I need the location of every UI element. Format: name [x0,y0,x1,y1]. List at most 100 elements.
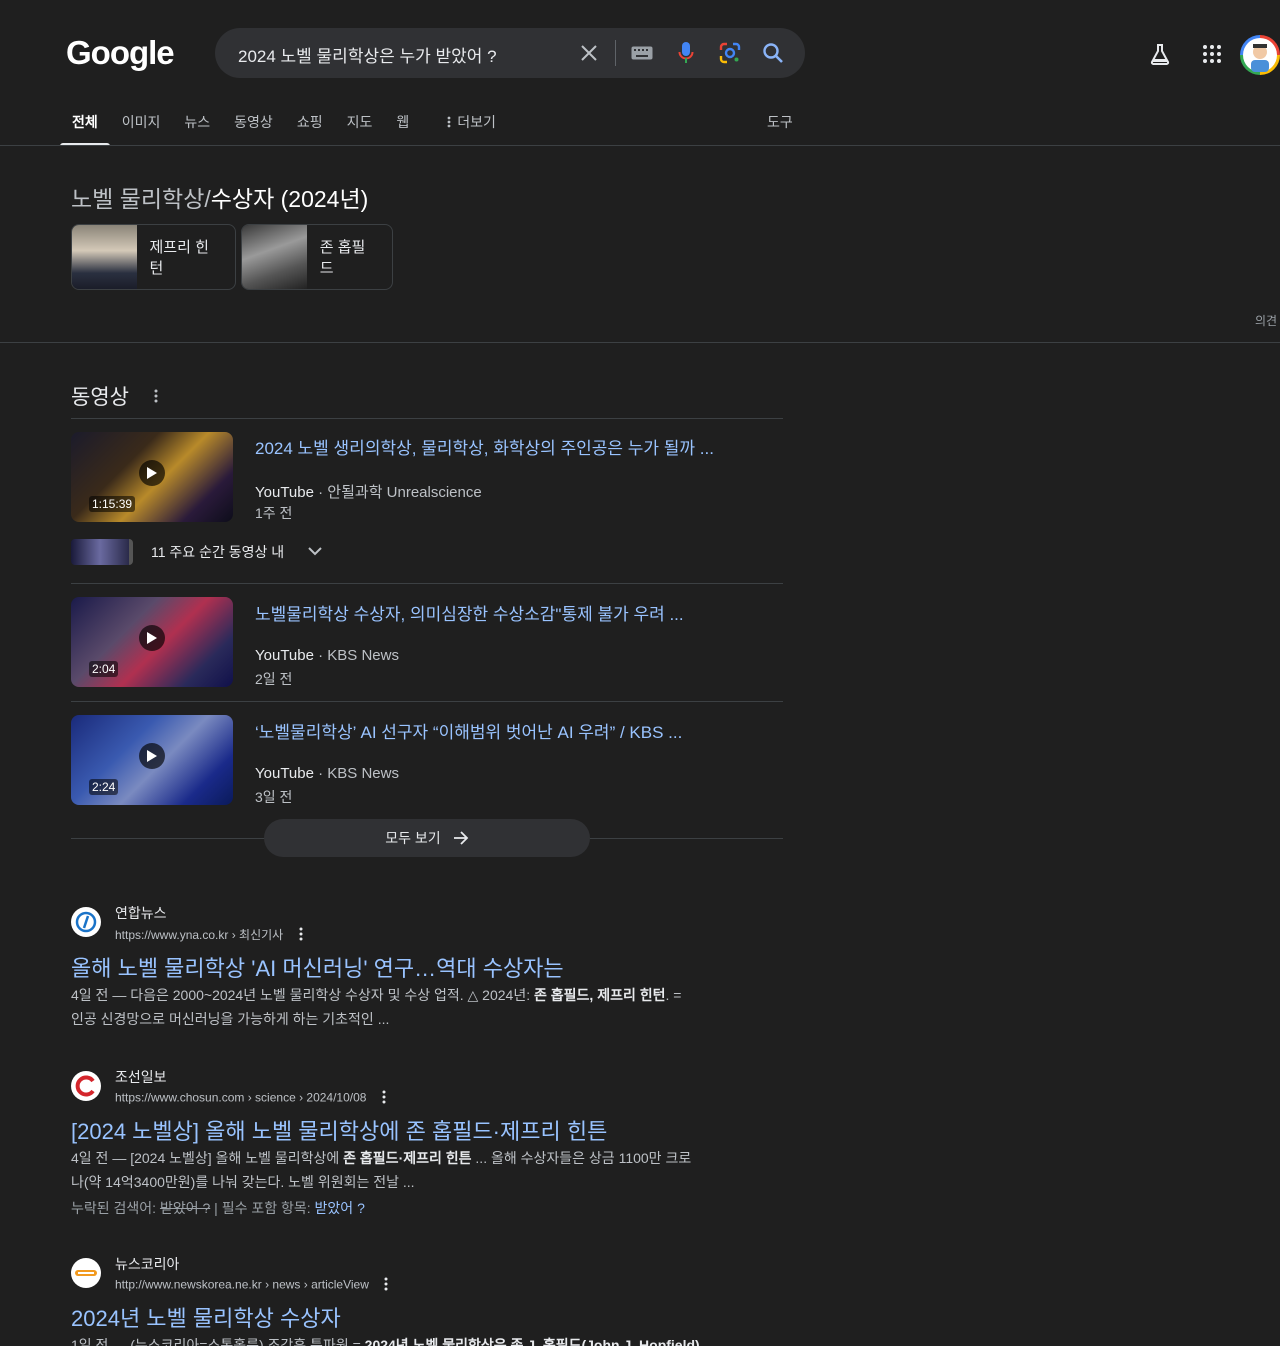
avatar-picture [1243,38,1277,72]
result-url[interactable]: https://www.yna.co.kr › 최신기사 [115,926,303,944]
clear-icon[interactable] [577,41,601,65]
google-logo[interactable]: Google [66,34,175,72]
video-item[interactable]: 1:15:39 2024 노벨 생리의학상, 물리학상, 화학상의 주인공은 누… [71,432,783,532]
video-title[interactable]: 2024 노벨 생리의학상, 물리학상, 화학상의 주인공은 누가 될까 ... [255,434,714,459]
search-tabs: 전체 이미지 뉴스 동영상 쇼핑 지도 웹 더보기 [60,100,508,146]
video-item[interactable]: 2:24 ‘노벨물리학상’ AI 선구자 “이해범위 벗어난 AI 우려” / … [71,715,783,815]
snippet-text: . = [665,987,682,1003]
labs-flask-icon[interactable] [1140,34,1180,74]
video-title[interactable]: 노벨물리학상 수상자, 의미심장한 수상소감"통제 불가 우려 ... [255,600,684,625]
result-title[interactable]: 올해 노벨 물리학상 'AI 머신러닝' 연구…역대 수상자는 [71,951,564,983]
snippet-highlight: 2024년 노벨 물리학상은 존 J. 홉필드(John J. Hopfield… [364,1337,700,1346]
video-duration: 2:04 [89,661,119,677]
result-snippet: 4일 전 — [2024 노벨상] 올해 노벨 물리학상에 존 홉필드·제프리 … [71,1146,731,1194]
tab-shopping[interactable]: 쇼핑 [285,100,335,146]
search-box[interactable]: 2024 노벨 물리학상은 누가 받았어 ? [215,28,805,78]
more-kebab-icon [447,115,451,131]
video-date: 3일 전 [255,789,293,805]
search-input[interactable]: 2024 노벨 물리학상은 누가 받았어 ? [238,42,497,67]
winner-chip-hinton[interactable]: 제프리 힌턴 [71,224,236,290]
result-url-text: https://www.yna.co.kr › 최신기사 [115,928,284,942]
video-divider [71,418,783,419]
must-include-label: | 필수 포함 항목: [210,1200,315,1216]
video-platform: YouTube [255,647,314,664]
play-icon [139,743,165,769]
missing-terms: 누락된 검색어: 받았어 ? | 필수 포함 항목: 받았어 ? [71,1198,365,1218]
snippet-text: 나(약 14억3400만원)를 나눠 갖는다. 노벨 위원회는 전날 ... [71,1174,415,1190]
see-all-label: 모두 보기 [385,830,441,846]
tab-all[interactable]: 전체 [60,100,110,146]
snippet-highlight: 존 홉필드, 제프리 힌턴 [534,987,666,1003]
snippet-highlight: 존 홉필드·제프리 힌튼 [343,1150,472,1166]
apps-grid-icon[interactable] [1192,34,1232,74]
tab-videos[interactable]: 동영상 [222,100,285,146]
result-site-name[interactable]: 조선일보 [115,1067,167,1087]
google-lens-icon[interactable] [718,41,742,65]
keyboard-icon[interactable] [630,41,654,65]
video-duration: 2:24 [89,779,119,795]
video-channel: KBS News [327,765,399,782]
video-divider [71,701,783,702]
result-url[interactable]: http://www.newskorea.ne.kr › news › arti… [115,1277,388,1294]
tab-web[interactable]: 웹 [384,100,421,146]
snippet-text: ... 올해 수상자들은 상금 1100만 크로 [471,1150,692,1166]
winner-name: 존 홉필드 [319,239,366,277]
search-icon[interactable] [761,41,785,65]
tab-images[interactable]: 이미지 [110,100,173,146]
favicon-yna-icon [71,907,101,937]
tools-button[interactable]: 도구 [767,112,793,132]
video-date: 2일 전 [255,671,293,687]
result-snippet: 1일 전 — (뉴스코리아=스톡홀름) 조강훈 특파원 = 2024년 노벨 물… [71,1333,731,1346]
result-site-name[interactable]: 뉴스코리아 [115,1254,179,1274]
key-moments-thumbnail [71,539,133,565]
arrow-right-icon [453,831,469,845]
tab-more-label: 더보기 [457,114,496,130]
result-snippet: 4일 전 — 다음은 2000~2024년 노벨 물리학상 수상자 및 수상 업… [71,983,731,1031]
result-title[interactable]: 2024년 노벨 물리학상 수상자 [71,1301,341,1333]
knowledge-title-prefix[interactable]: 노벨 물리학상 [71,186,204,212]
result-kebab-icon[interactable] [382,1090,386,1107]
winner-chip-hopfield[interactable]: 존 홉필드 [241,224,393,290]
play-icon [139,625,165,651]
tab-news[interactable]: 뉴스 [172,100,222,146]
result-url-text: http://www.newskorea.ne.kr › news › arti… [115,1277,369,1292]
see-all-videos-button[interactable]: 모두 보기 [264,819,590,857]
video-thumbnail[interactable]: 2:04 [71,597,233,687]
result-kebab-icon[interactable] [384,1277,388,1294]
result-title[interactable]: [2024 노벨상] 올해 노벨 물리학상에 존 홉필드·제프리 힌튼 [71,1114,607,1146]
favicon-chosun-icon [71,1071,101,1101]
result-site-name[interactable]: 연합뉴스 [115,903,167,923]
must-include-link[interactable]: 받았어 ? [315,1200,365,1216]
search-result: 뉴스코리아 http://www.newskorea.ne.kr › news … [71,1253,731,1346]
video-platform: YouTube [255,484,314,501]
snippet-text: 1일 전 — (뉴스코리아=스톡홀름) 조강훈 특파원 = [71,1337,365,1346]
result-kebab-icon[interactable] [299,927,303,944]
video-item[interactable]: 2:04 노벨물리학상 수상자, 의미심장한 수상소감"통제 불가 우려 ...… [71,597,783,697]
snippet-text: 4일 전 — [2024 노벨상] 올해 노벨 물리학상에 [71,1150,344,1166]
section-divider [0,342,1280,343]
tab-more[interactable]: 더보기 [435,100,508,146]
result-url-text: https://www.chosun.com › science › 2024/… [115,1090,367,1105]
video-platform: YouTube [255,765,314,782]
video-title[interactable]: ‘노벨물리학상’ AI 선구자 “이해범위 벗어난 AI 우려” / KBS .… [255,718,682,743]
video-duration: 1:15:39 [89,496,136,512]
video-thumbnail[interactable]: 2:24 [71,715,233,805]
video-source: YouTube · KBS News [255,765,399,782]
video-date: 1주 전 [255,505,293,521]
video-source: YouTube · KBS News [255,647,399,664]
videos-kebab-icon[interactable] [154,389,158,408]
tab-maps[interactable]: 지도 [335,100,385,146]
video-divider [71,583,783,584]
feedback-link[interactable]: 의견 [1255,312,1277,329]
microphone-icon[interactable] [674,41,698,65]
missing-label: 누락된 검색어: [71,1200,160,1216]
account-avatar[interactable] [1240,35,1280,75]
search-result: 조선일보 https://www.chosun.com › science › … [71,1066,731,1216]
key-moments-toggle[interactable]: 11 주요 순간 동영상 내 [71,538,322,566]
result-url[interactable]: https://www.chosun.com › science › 2024/… [115,1090,386,1107]
winner-photo [72,225,137,289]
video-channel: 안될과학 Unrealscience [327,484,482,501]
video-thumbnail[interactable]: 1:15:39 [71,432,233,522]
favicon-newskorea-icon [71,1258,101,1288]
key-moments-label: 11 주요 순간 동영상 내 [151,544,285,560]
